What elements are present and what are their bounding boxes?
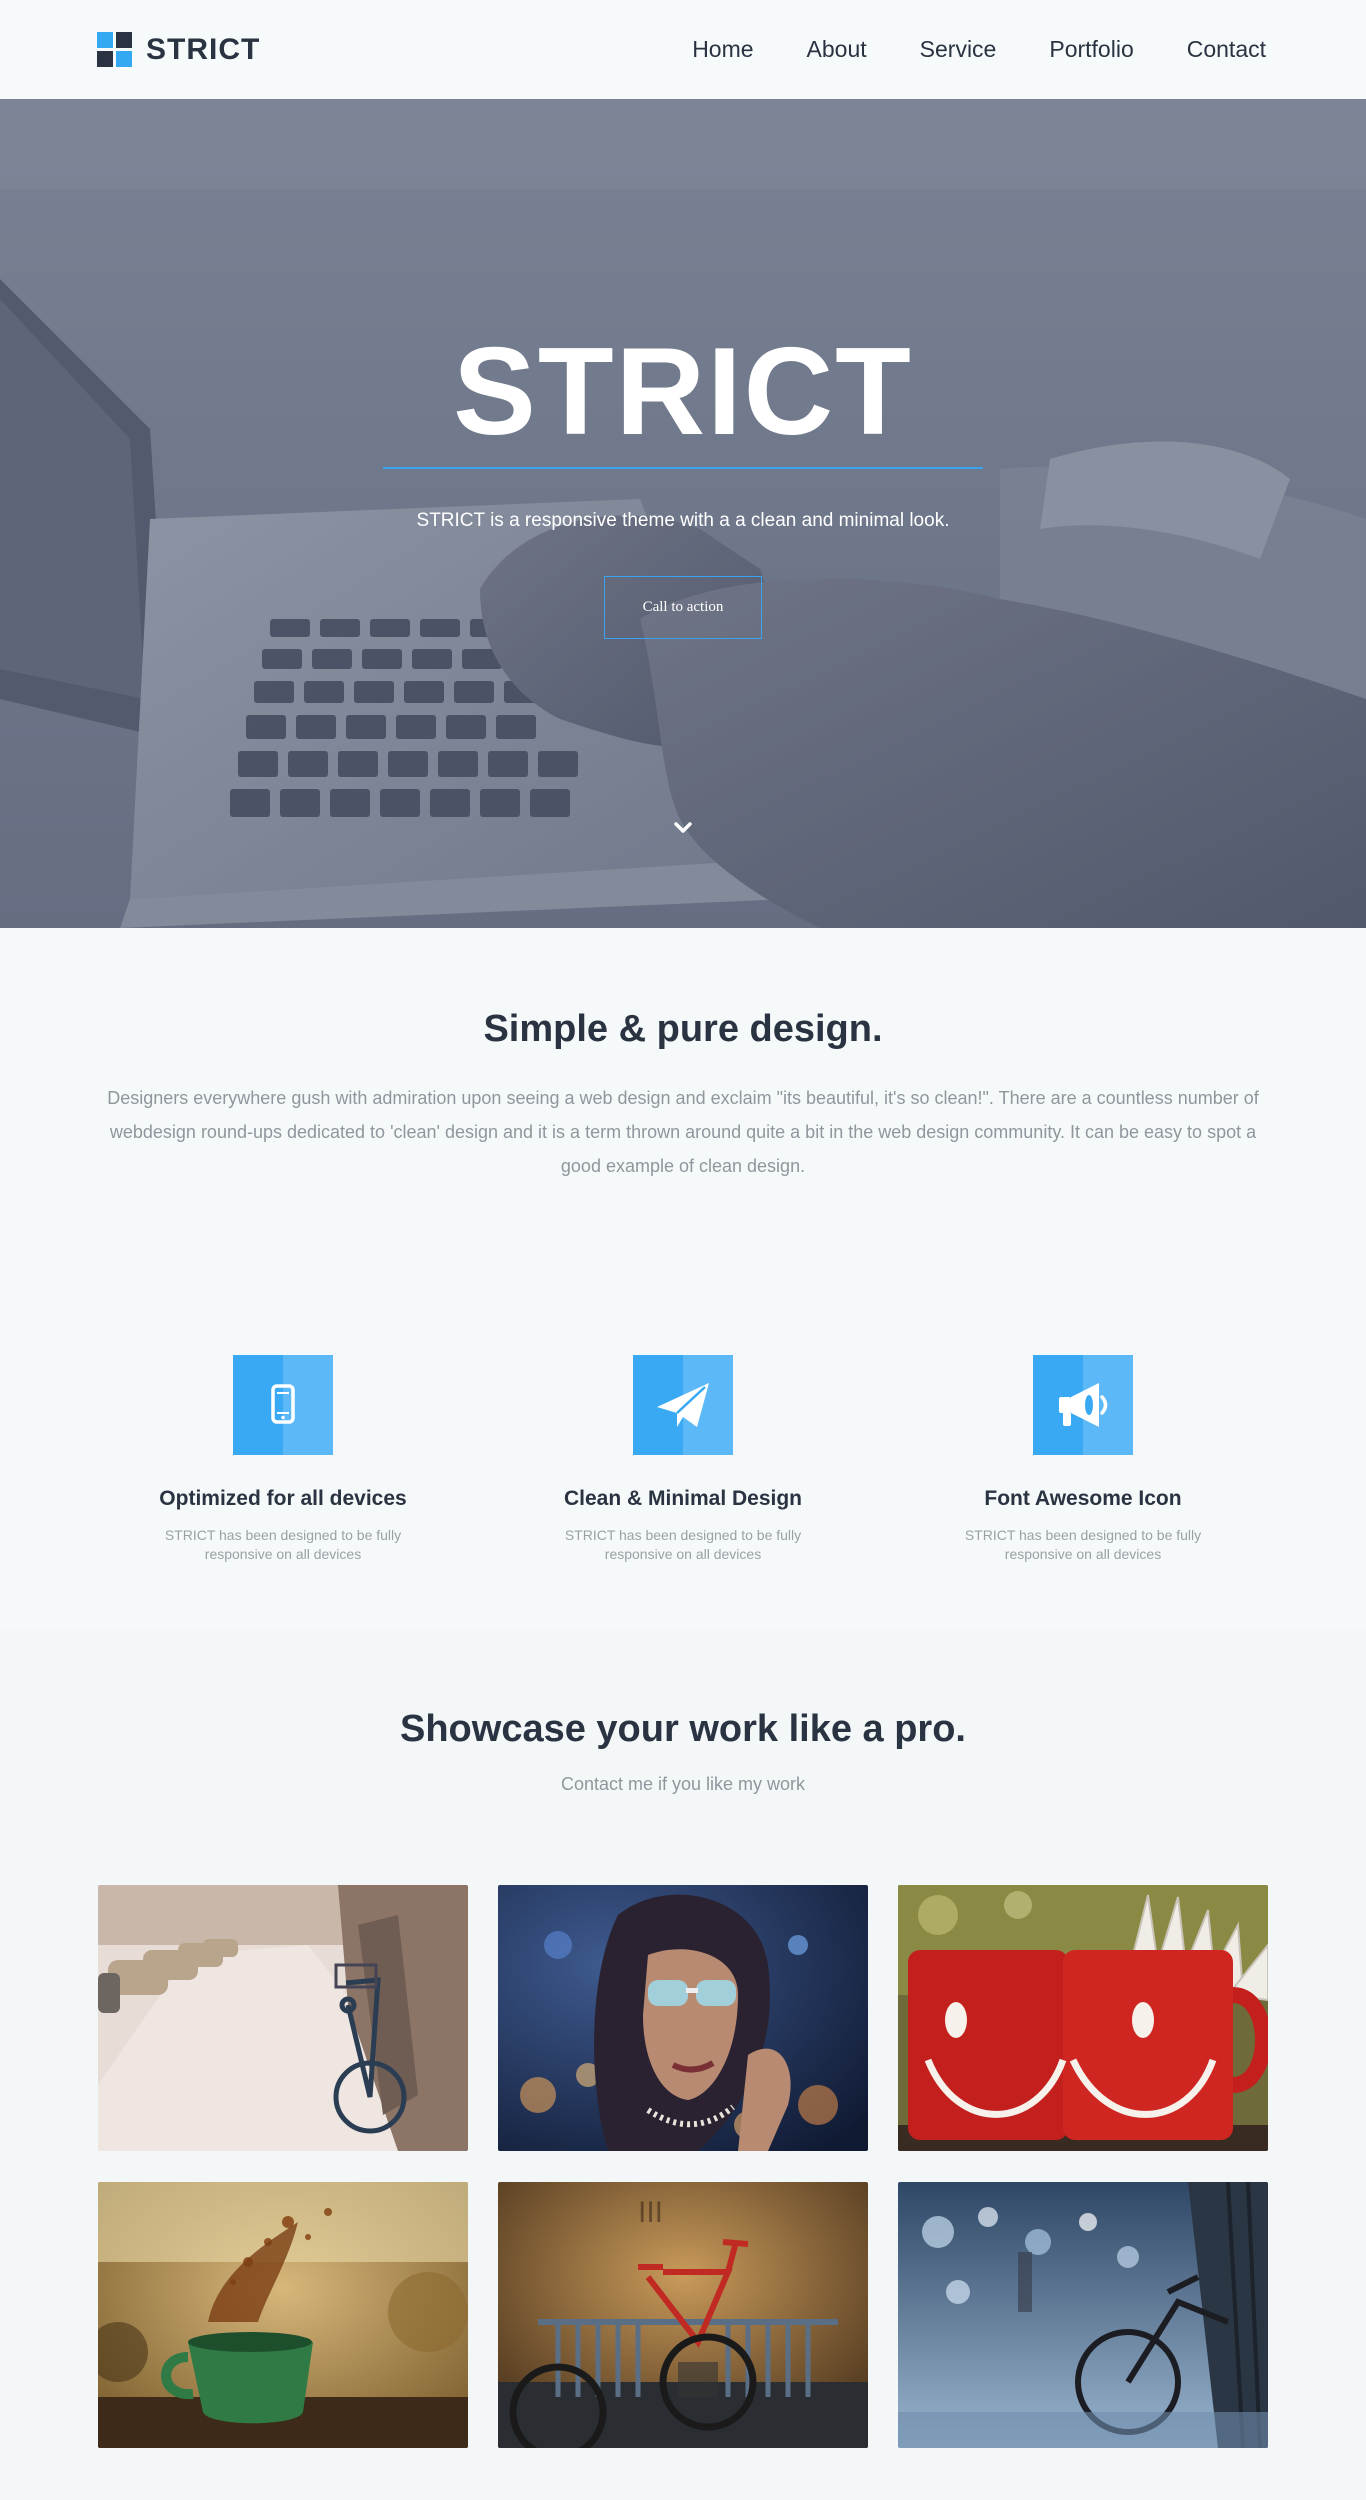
brand-logo[interactable]: STRICT xyxy=(97,32,260,67)
showcase-title: Showcase your work like a pro. xyxy=(400,1708,966,1750)
hero-title: STRICT xyxy=(453,323,913,461)
nav-service[interactable]: Service xyxy=(920,36,997,63)
brand-name: STRICT xyxy=(146,32,261,66)
feature-title: Font Awesome Icon xyxy=(984,1487,1182,1510)
chevron-down-icon[interactable] xyxy=(672,817,694,839)
feature-icon-box xyxy=(633,1355,733,1455)
portfolio-item-bicycle-bokeh[interactable] xyxy=(898,2182,1268,2448)
portfolio-item-red-mugs[interactable] xyxy=(898,1885,1268,2151)
portfolio-item-bicycle-street[interactable] xyxy=(98,1885,468,2151)
logo-icon xyxy=(97,32,132,67)
green-cup-splash-photo xyxy=(98,2182,468,2448)
red-bicycle-rack-photo: III xyxy=(498,2182,868,2448)
feature-text: STRICT has been designed to be fully res… xyxy=(164,1527,402,1562)
hero-section: STRICT STRICT is a responsive theme with… xyxy=(0,99,1366,928)
mobile-icon xyxy=(271,1384,295,1424)
intro-title: Simple & pure design. xyxy=(483,1008,883,1050)
portfolio-item-green-cup[interactable] xyxy=(98,2182,468,2448)
red-smiley-mugs-photo xyxy=(898,1885,1268,2151)
feature-text: STRICT has been designed to be fully res… xyxy=(964,1527,1202,1562)
nav-home[interactable]: Home xyxy=(692,36,753,63)
feature-card-icons: Font Awesome Icon STRICT has been design… xyxy=(923,1355,1243,1564)
portfolio-item-red-bicycle[interactable]: III xyxy=(498,2182,868,2448)
svg-text:III: III xyxy=(638,2196,663,2229)
hero-divider xyxy=(383,467,983,469)
woman-sunglasses-photo xyxy=(498,1885,868,2151)
feature-card-design: Clean & Minimal Design STRICT has been d… xyxy=(523,1355,843,1564)
portfolio-item-woman-sunglasses[interactable] xyxy=(498,1885,868,2151)
feature-icon-box xyxy=(1033,1355,1133,1455)
nav-about[interactable]: About xyxy=(807,36,867,63)
bullhorn-icon xyxy=(1059,1383,1108,1427)
call-to-action-button[interactable]: Call to action xyxy=(604,576,762,639)
bicycle-street-photo xyxy=(98,1885,468,2151)
feature-text: STRICT has been designed to be fully res… xyxy=(564,1527,802,1562)
feature-title: Clean & Minimal Design xyxy=(563,1487,803,1510)
paper-plane-icon xyxy=(657,1383,709,1427)
bicycle-bokeh-photo xyxy=(898,2182,1268,2448)
nav-contact[interactable]: Contact xyxy=(1187,36,1266,63)
hero-content: STRICT STRICT is a responsive theme with… xyxy=(0,99,1366,928)
intro-text: Designers everywhere gush with admiratio… xyxy=(107,1088,1259,1176)
showcase-subtitle: Contact me if you like my work xyxy=(560,1774,806,1794)
main-nav: Home About Service Portfolio Contact xyxy=(692,36,1266,63)
feature-title: Optimized for all devices xyxy=(159,1487,407,1510)
site-header: STRICT Home About Service Portfolio Cont… xyxy=(0,0,1366,99)
feature-card-devices: Optimized for all devices STRICT has bee… xyxy=(123,1355,443,1564)
feature-icon-box xyxy=(233,1355,333,1455)
nav-portfolio[interactable]: Portfolio xyxy=(1049,36,1133,63)
hero-subtitle: STRICT is a responsive theme with a a cl… xyxy=(416,510,950,531)
